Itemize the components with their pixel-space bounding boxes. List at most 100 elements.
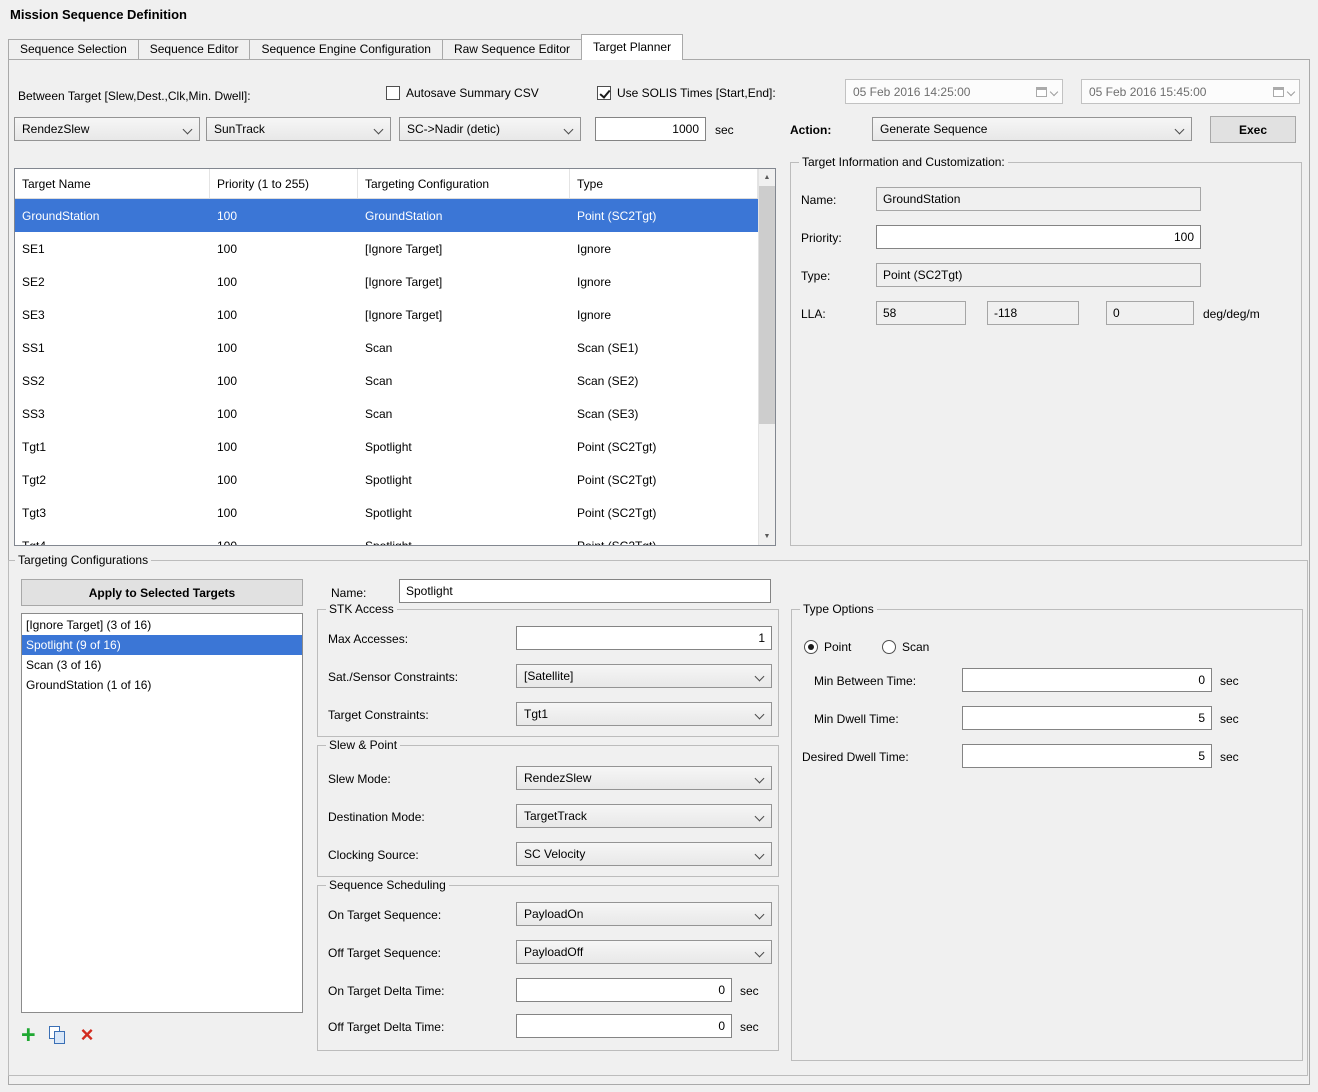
table-row[interactable]: GroundStation100GroundStationPoint (SC2T… [15,199,775,232]
point-radio[interactable]: Point [804,640,851,654]
priority-field[interactable]: 100 [876,225,1201,249]
on-target-sequence-dropdown[interactable]: PayloadOn [516,902,772,926]
min-dwell-time-input[interactable]: 5 [962,706,1212,730]
autosave-checkbox[interactable]: Autosave Summary CSV [386,85,539,101]
between-destination-mode-dropdown[interactable]: SunTrack [206,117,391,141]
clocking-source-dropdown[interactable]: SC Velocity [516,842,772,866]
table-cell: Scan (SE1) [570,341,758,355]
table-cell: SS3 [15,407,210,421]
scroll-down-icon[interactable]: ▼ [759,528,775,545]
config-list-item[interactable]: [Ignore Target] (3 of 16) [22,615,302,635]
lla-alt-value: 0 [1113,306,1120,320]
table-cell: 100 [210,275,358,289]
action-label: Action: [790,123,831,137]
table-row[interactable]: Tgt3100SpotlightPoint (SC2Tgt) [15,496,775,529]
chevron-down-icon [755,774,765,784]
destination-mode-dropdown[interactable]: TargetTrack [516,804,772,828]
slew-mode-dropdown[interactable]: RendezSlew [516,766,772,790]
column-header[interactable]: Targeting Configuration [358,169,570,198]
end-time-picker[interactable]: 05 Feb 2016 15:45:00 [1081,79,1300,104]
priority-value: 100 [1174,230,1194,244]
scrollbar-thumb[interactable] [759,186,775,424]
solis-checkbox-label: Use SOLIS Times [Start,End]: [617,86,776,100]
min-dwell-time-value: 5 [1198,711,1205,725]
tab-strip: Sequence SelectionSequence EditorSequenc… [8,37,682,60]
table-row[interactable]: Tgt2100SpotlightPoint (SC2Tgt) [15,463,775,496]
slew-point-group: Slew & Point Slew Mode: RendezSlew Desti… [317,745,779,877]
table-cell: 100 [210,539,358,547]
table-scrollbar[interactable]: ▲ ▼ [758,169,775,545]
column-header[interactable]: Target Name [15,169,210,198]
solis-times-checkbox[interactable]: Use SOLIS Times [Start,End]: [597,85,776,101]
off-target-sequence-label: Off Target Sequence: [328,946,441,960]
targeting-configurations-group: Targeting Configurations Apply to Select… [8,560,1308,1076]
type-field[interactable]: Point (SC2Tgt) [876,263,1201,287]
action-dropdown[interactable]: Generate Sequence [872,117,1192,141]
min-dwell-input[interactable]: 1000 [595,117,706,141]
apply-to-selected-targets-button[interactable]: Apply to Selected Targets [21,579,303,606]
table-row[interactable]: SS3100ScanScan (SE3) [15,397,775,430]
desired-dwell-time-input[interactable]: 5 [962,744,1212,768]
lla-lon-field[interactable]: -118 [987,301,1079,325]
table-cell: Scan (SE3) [570,407,758,421]
table-row[interactable]: SS1100ScanScan (SE1) [15,331,775,364]
target-name-field[interactable]: GroundStation [876,187,1201,211]
tab-raw-sequence-editor[interactable]: Raw Sequence Editor [442,39,582,60]
config-list-item[interactable]: Spotlight (9 of 16) [22,635,302,655]
on-target-delta-input[interactable]: 0 [516,978,732,1002]
sequence-scheduling-group: Sequence Scheduling On Target Sequence: … [317,885,779,1051]
type-value: Point (SC2Tgt) [883,268,962,282]
start-time-picker[interactable]: 05 Feb 2016 14:25:00 [845,79,1063,104]
table-cell: 100 [210,440,358,454]
config-name-field[interactable]: Spotlight [399,579,771,603]
copy-config-icon[interactable] [49,1026,68,1045]
delete-config-icon[interactable]: × [81,1025,94,1045]
column-header[interactable]: Type [570,169,758,198]
max-accesses-input[interactable]: 1 [516,626,772,650]
lla-lat-field[interactable]: 58 [876,301,966,325]
table-cell: 100 [210,374,358,388]
target-table-body: GroundStation100GroundStationPoint (SC2T… [15,199,775,546]
table-cell: SE2 [15,275,210,289]
exec-button[interactable]: Exec [1210,116,1296,143]
table-cell: SE3 [15,308,210,322]
lla-unit-label: deg/deg/m [1203,307,1260,321]
off-target-sequence-dropdown[interactable]: PayloadOff [516,940,772,964]
on-target-sequence-label: On Target Sequence: [328,908,441,922]
between-slew-mode-dropdown[interactable]: RendezSlew [14,117,200,141]
start-time-dropdown-button[interactable] [1036,87,1057,97]
min-between-time-input[interactable]: 0 [962,668,1212,692]
add-config-icon[interactable]: + [21,1025,36,1045]
target-info-group-title: Target Information and Customization: [799,155,1008,170]
on-target-delta-value: 0 [718,983,725,997]
column-header[interactable]: Priority (1 to 255) [210,169,358,198]
calendar-icon [1273,87,1284,97]
scan-radio[interactable]: Scan [882,640,929,654]
tab-sequence-selection[interactable]: Sequence Selection [8,39,139,60]
slew-mode-label: Slew Mode: [328,772,391,786]
table-row[interactable]: SE1100[Ignore Target]Ignore [15,232,775,265]
off-target-delta-input[interactable]: 0 [516,1014,732,1038]
config-list-item[interactable]: GroundStation (1 of 16) [22,675,302,695]
sat-sensor-constraints-dropdown[interactable]: [Satellite] [516,664,772,688]
table-row[interactable]: SE3100[Ignore Target]Ignore [15,298,775,331]
target-constraints-dropdown[interactable]: Tgt1 [516,702,772,726]
tab-target-planner[interactable]: Target Planner [581,34,683,60]
scroll-up-icon[interactable]: ▲ [759,169,775,186]
between-clocking-dropdown[interactable]: SC->Nadir (detic) [399,117,581,141]
calendar-icon [1036,87,1047,97]
config-list-item[interactable]: Scan (3 of 16) [22,655,302,675]
lla-alt-field[interactable]: 0 [1106,301,1194,325]
table-row[interactable]: SS2100ScanScan (SE2) [15,364,775,397]
end-time-dropdown-button[interactable] [1273,87,1294,97]
on-target-delta-unit: sec [740,984,759,998]
table-cell: [Ignore Target] [358,308,570,322]
scan-radio-label: Scan [902,640,929,654]
tab-sequence-engine-configuration[interactable]: Sequence Engine Configuration [249,39,442,60]
table-row[interactable]: Tgt4100SpotlightPoint (SC2Tgt) [15,529,775,546]
tab-sequence-editor[interactable]: Sequence Editor [138,39,251,60]
type-options-title: Type Options [800,602,877,617]
table-row[interactable]: SE2100[Ignore Target]Ignore [15,265,775,298]
table-row[interactable]: Tgt1100SpotlightPoint (SC2Tgt) [15,430,775,463]
type-options-group: Type Options Point Scan Min Between Time… [791,609,1303,1061]
